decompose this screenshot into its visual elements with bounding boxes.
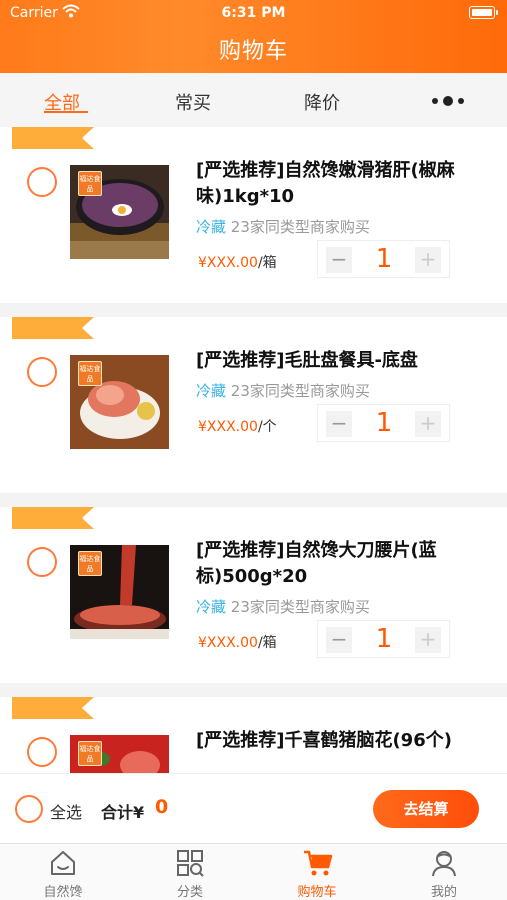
product-meta: 冷藏 23家同类型商家购买 <box>196 596 370 617</box>
status-bar: Carrier 6:31 PM <box>0 0 507 26</box>
tabbar-category[interactable]: 分类 <box>127 844 253 900</box>
filter-tabs: 全部 常买 降价 <box>0 73 507 127</box>
brand-badge: 福达食品 <box>78 171 102 196</box>
decrease-button[interactable]: − <box>326 411 352 437</box>
tabbar-label: 自然馋 <box>43 885 83 900</box>
quantity-value[interactable]: 1 <box>358 408 410 438</box>
storage-label: 冷藏 <box>196 218 227 236</box>
cart-item: 福达食品 [严选推荐]自然馋大刀腰片(蓝标)500g*20 冷藏 23家同类型商… <box>0 507 507 683</box>
price-amount: ¥XXX.00 <box>198 635 258 651</box>
checkout-button[interactable]: 去结算 <box>373 790 479 828</box>
tag-flag-icon <box>12 697 94 719</box>
quantity-stepper: − 1 + <box>317 620 450 658</box>
tabbar-profile[interactable]: 我的 <box>381 844 507 900</box>
cart-list[interactable]: 福达食品 [严选推荐]自然馋嫩滑猪肝(椒麻味)1kg*10 冷藏 23家同类型商… <box>0 127 507 773</box>
increase-button[interactable]: + <box>415 627 441 653</box>
decrease-button[interactable]: − <box>326 627 352 653</box>
item-select-checkbox[interactable] <box>27 547 57 577</box>
tabbar-home[interactable]: 自然馋 <box>0 844 126 900</box>
item-select-checkbox[interactable] <box>27 737 57 767</box>
total-amount: 0 <box>155 796 169 818</box>
tag-flag-icon <box>12 507 94 529</box>
buyers-count: 23家同类型商家购买 <box>230 218 370 236</box>
tag-flag-icon <box>12 317 94 339</box>
item-select-checkbox[interactable] <box>27 167 57 197</box>
more-dots-icon[interactable] <box>432 94 466 108</box>
cart-item: 福达食品 [严选推荐]千喜鹤猪脑花(96个) <box>0 697 507 773</box>
home-icon <box>51 851 75 875</box>
product-price: ¥XXX.00/个 <box>198 416 277 436</box>
quantity-value[interactable]: 1 <box>358 624 410 654</box>
product-price: ¥XXX.00/箱 <box>198 632 277 652</box>
bottom-tab-bar: 自然馋 分类 购物车 我的 <box>0 843 507 900</box>
brand-badge: 福达食品 <box>78 741 102 766</box>
quantity-stepper: − 1 + <box>317 404 450 442</box>
storage-label: 冷藏 <box>196 598 227 616</box>
tabbar-label: 购物车 <box>297 885 337 900</box>
buyers-count: 23家同类型商家购买 <box>230 598 370 616</box>
product-price: ¥XXX.00/箱 <box>198 252 277 272</box>
brand-badge: 福达食品 <box>78 361 102 386</box>
product-meta: 冷藏 23家同类型商家购买 <box>196 380 370 401</box>
tabbar-label: 分类 <box>176 885 203 900</box>
select-all-checkbox[interactable] <box>15 795 43 823</box>
price-unit: /箱 <box>257 635 277 651</box>
tabbar-cart[interactable]: 购物车 <box>254 844 380 900</box>
product-image[interactable]: 福达食品 <box>70 735 169 773</box>
battery-icon <box>469 6 498 19</box>
increase-button[interactable]: + <box>415 247 441 273</box>
increase-button[interactable]: + <box>415 411 441 437</box>
quantity-stepper: − 1 + <box>317 240 450 278</box>
storage-label: 冷藏 <box>196 382 227 400</box>
brand-badge: 福达食品 <box>78 551 102 576</box>
product-image[interactable]: 福达食品 <box>70 355 169 449</box>
app-header: Carrier 6:31 PM 购物车 <box>0 0 507 73</box>
price-unit: /个 <box>257 419 277 435</box>
tab-frequent[interactable]: 常买 <box>175 89 211 115</box>
tab-price-drop[interactable]: 降价 <box>304 89 340 115</box>
select-all-label[interactable]: 全选 <box>50 799 82 823</box>
price-unit: /箱 <box>257 255 277 271</box>
product-name[interactable]: [严选推荐]自然馋大刀腰片(蓝标)500g*20 <box>196 538 496 590</box>
checkout-bar: 全选 合计¥ 0 去结算 <box>0 773 507 843</box>
tabbar-label: 我的 <box>430 885 457 900</box>
product-meta: 冷藏 23家同类型商家购买 <box>196 216 370 237</box>
decrease-button[interactable]: − <box>326 247 352 273</box>
category-icon <box>177 850 204 877</box>
product-name[interactable]: [严选推荐]自然馋嫩滑猪肝(椒麻味)1kg*10 <box>196 158 496 210</box>
product-name[interactable]: [严选推荐]千喜鹤猪脑花(96个) <box>196 728 496 754</box>
active-tab-indicator <box>44 111 88 113</box>
profile-icon <box>432 851 456 877</box>
page-title: 购物车 <box>218 39 288 64</box>
price-amount: ¥XXX.00 <box>198 255 258 271</box>
price-amount: ¥XXX.00 <box>198 419 258 435</box>
product-image[interactable]: 福达食品 <box>70 545 169 639</box>
product-name[interactable]: [严选推荐]毛肚盘餐具-底盘 <box>196 348 496 374</box>
quantity-value[interactable]: 1 <box>358 244 410 274</box>
buyers-count: 23家同类型商家购买 <box>230 382 370 400</box>
cart-item: 福达食品 [严选推荐]自然馋嫩滑猪肝(椒麻味)1kg*10 冷藏 23家同类型商… <box>0 127 507 303</box>
tag-flag-icon <box>12 127 94 149</box>
cart-icon <box>304 850 333 876</box>
cart-item: 福达食品 [严选推荐]毛肚盘餐具-底盘 冷藏 23家同类型商家购买 ¥XXX.0… <box>0 317 507 493</box>
status-time: 6:31 PM <box>221 5 286 21</box>
product-image[interactable]: 福达食品 <box>70 165 169 259</box>
total-label: 合计¥ <box>101 803 145 822</box>
item-select-checkbox[interactable] <box>27 357 57 387</box>
